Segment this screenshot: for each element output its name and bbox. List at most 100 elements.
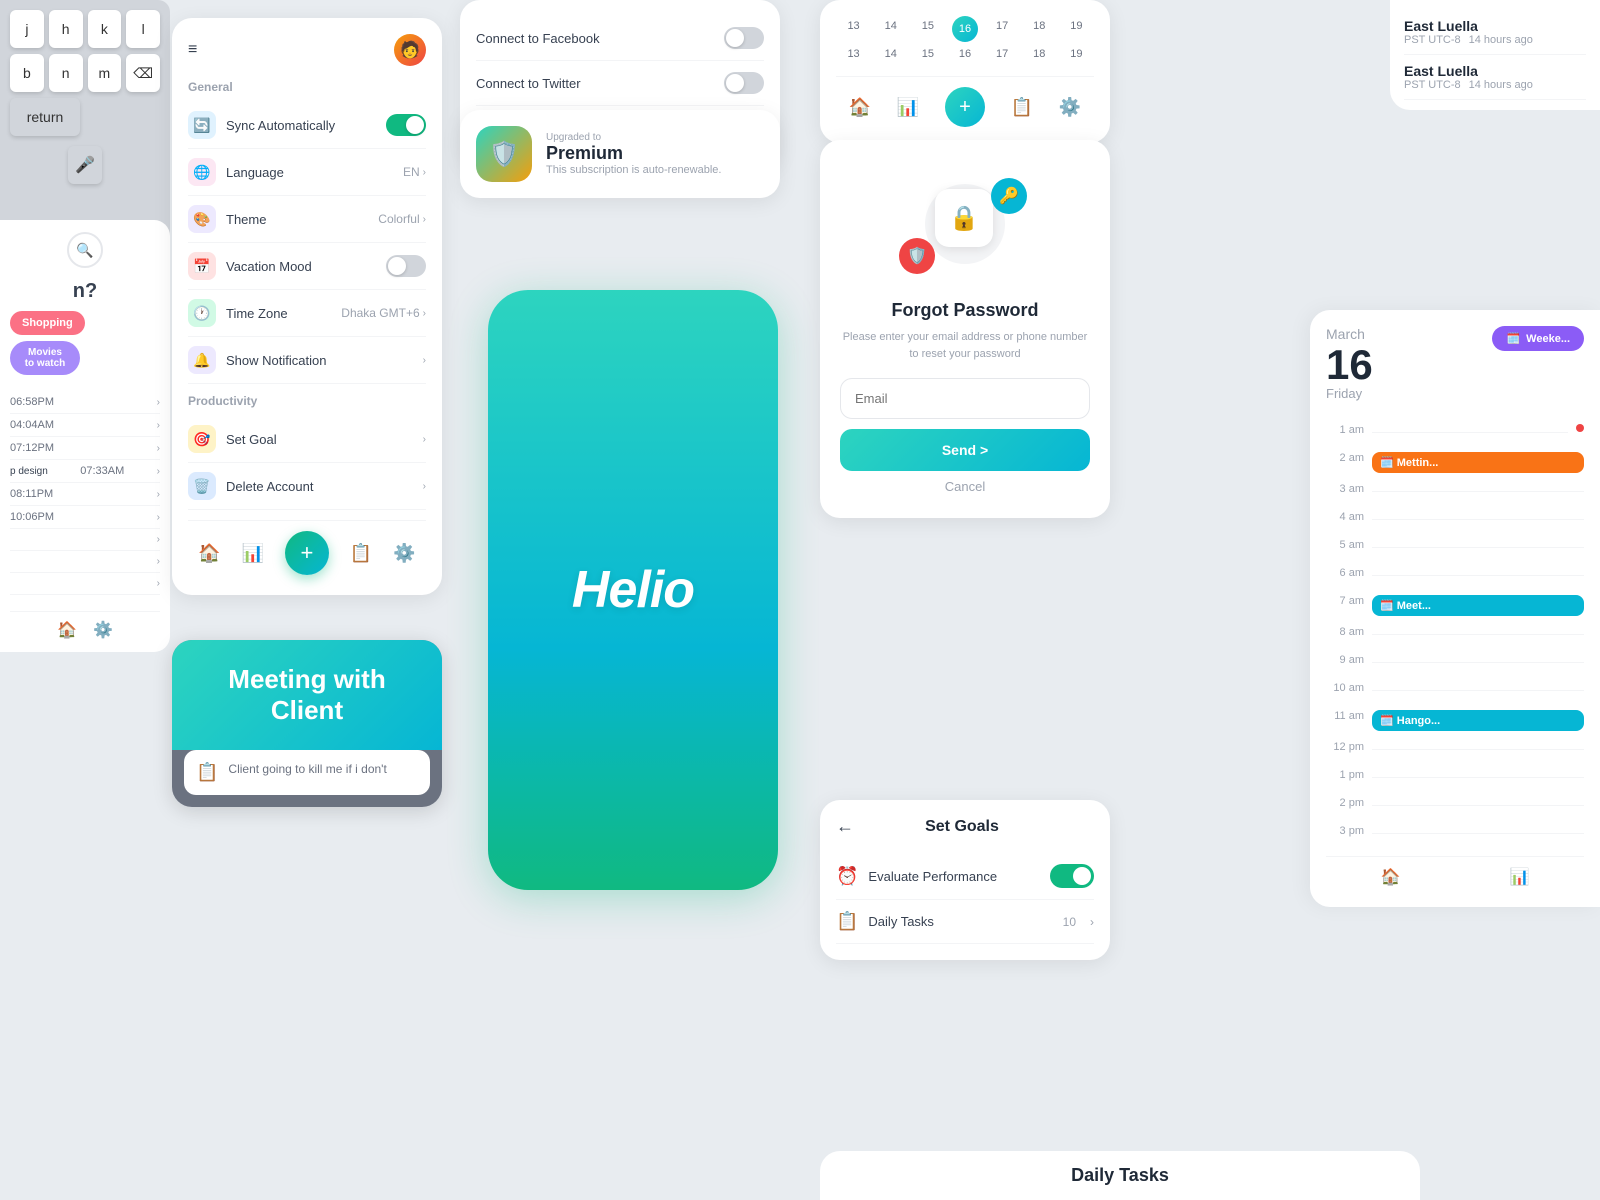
time-item: 10:06PM› bbox=[10, 506, 160, 529]
kb-key-k[interactable]: k bbox=[88, 10, 122, 48]
nav-calendar-icon[interactable]: 📋 bbox=[350, 543, 372, 564]
language-value: EN › bbox=[403, 165, 426, 179]
note-icon: 📋 bbox=[196, 762, 218, 783]
time-row: 3 am bbox=[1326, 478, 1584, 506]
tag-shopping[interactable]: Shopping bbox=[10, 311, 85, 335]
goal-evaluate[interactable]: ⏰ Evaluate Performance bbox=[836, 853, 1094, 900]
premium-info: Upgraded to Premium This subscription is… bbox=[546, 132, 721, 176]
kb-key-l[interactable]: l bbox=[126, 10, 160, 48]
forgot-title: Forgot Password bbox=[840, 300, 1090, 321]
goal-daily-tasks[interactable]: 📋 Daily Tasks 10 › bbox=[836, 900, 1094, 944]
social-twitter[interactable]: Connect to Twitter bbox=[476, 61, 764, 106]
timezone-label: Time Zone bbox=[226, 306, 331, 321]
vacation-icon: 📅 bbox=[188, 252, 216, 280]
kb-key-b[interactable]: b bbox=[10, 54, 44, 92]
tag-movies[interactable]: Movies to watch bbox=[10, 341, 80, 375]
back-button[interactable]: ← bbox=[836, 816, 854, 837]
facebook-toggle[interactable] bbox=[724, 27, 764, 49]
search-icon[interactable]: 🔍 bbox=[67, 232, 103, 268]
cal-plus-button[interactable]: + bbox=[945, 87, 985, 127]
cal-day: 13 bbox=[836, 16, 871, 42]
goals-title: Set Goals bbox=[864, 818, 1060, 836]
twitter-toggle[interactable] bbox=[724, 72, 764, 94]
evaluate-label: Evaluate Performance bbox=[868, 869, 1040, 884]
evaluate-toggle[interactable] bbox=[1050, 864, 1094, 888]
notify-label: Show Notification bbox=[226, 353, 413, 368]
settings-item-timezone[interactable]: 🕐 Time Zone Dhaka GMT+6 › bbox=[188, 290, 426, 337]
twitter-label: Connect to Twitter bbox=[476, 76, 714, 91]
delete-label: Delete Account bbox=[226, 479, 413, 494]
premium-title: Premium bbox=[546, 143, 721, 164]
kb-key-n[interactable]: n bbox=[49, 54, 83, 92]
settings-header: ≡ 🧑 bbox=[188, 34, 426, 66]
delete-chevron: › bbox=[423, 481, 426, 492]
settings-item-language[interactable]: 🌐 Language EN › bbox=[188, 149, 426, 196]
hamburger-icon[interactable]: ≡ bbox=[188, 41, 197, 59]
east-sub-1: PST UTC-8 14 hours ago bbox=[1404, 34, 1586, 46]
settings-item-delete[interactable]: 🗑️ Delete Account › bbox=[188, 463, 426, 510]
sched-home-icon[interactable]: 🏠 bbox=[1381, 867, 1401, 887]
key-icon: 🔑 bbox=[991, 178, 1027, 214]
sync-toggle[interactable] bbox=[386, 114, 426, 136]
east-sub-2: PST UTC-8 14 hours ago bbox=[1404, 79, 1586, 91]
schedule-bottom-nav: 🏠 📊 bbox=[1326, 856, 1584, 891]
cancel-text[interactable]: Cancel bbox=[840, 479, 1090, 494]
email-input[interactable] bbox=[840, 378, 1090, 419]
nav-home-icon[interactable]: 🏠 bbox=[198, 543, 220, 564]
cal-day: 15 bbox=[910, 44, 945, 64]
cal-day: 18 bbox=[1022, 16, 1057, 42]
settings-item-goal[interactable]: 🎯 Set Goal › bbox=[188, 416, 426, 463]
bottom-icon-settings[interactable]: ⚙️ bbox=[93, 620, 113, 640]
nav-settings-icon[interactable]: ⚙️ bbox=[393, 543, 415, 564]
cal-day-today[interactable]: 16 bbox=[952, 16, 978, 42]
bottom-icon-home[interactable]: 🏠 bbox=[57, 620, 77, 640]
sched-chart-icon[interactable]: 📊 bbox=[1510, 867, 1530, 887]
send-button[interactable]: Send > bbox=[840, 429, 1090, 471]
event-hang[interactable]: 🗓️ Hango... bbox=[1372, 710, 1584, 731]
kb-key-j[interactable]: j bbox=[10, 10, 44, 48]
left-panel: 🔍 n? Shopping Movies to watch 06:58PM› 0… bbox=[0, 220, 170, 652]
event-meet[interactable]: 🗓️ Meet... bbox=[1372, 595, 1584, 616]
avatar[interactable]: 🧑 bbox=[394, 34, 426, 66]
cal-settings-icon[interactable]: ⚙️ bbox=[1059, 97, 1081, 118]
vacation-toggle[interactable] bbox=[386, 255, 426, 277]
kb-key-m[interactable]: m bbox=[88, 54, 122, 92]
time-item: › bbox=[10, 551, 160, 573]
sync-icon: 🔄 bbox=[188, 111, 216, 139]
settings-item-notify[interactable]: 🔔 Show Notification › bbox=[188, 337, 426, 384]
time-row: 9 am bbox=[1326, 649, 1584, 677]
timezone-value: Dhaka GMT+6 › bbox=[341, 306, 426, 320]
kb-key-return[interactable]: return bbox=[10, 98, 80, 136]
settings-item-sync[interactable]: 🔄 Sync Automatically bbox=[188, 102, 426, 149]
nav-chart-icon[interactable]: 📊 bbox=[242, 543, 264, 564]
time-item: p design07:33AM› bbox=[10, 460, 160, 483]
settings-panel: ≡ 🧑 General 🔄 Sync Automatically 🌐 Langu… bbox=[172, 18, 442, 595]
vacation-label: Vacation Mood bbox=[226, 259, 376, 274]
time-row: 12 pm bbox=[1326, 736, 1584, 764]
time-item: › bbox=[10, 573, 160, 595]
cal-calendar-icon[interactable]: 📋 bbox=[1011, 97, 1033, 118]
kb-key-h[interactable]: h bbox=[49, 10, 83, 48]
calendar-bottom-icons: 🏠 📊 + 📋 ⚙️ bbox=[836, 76, 1094, 127]
cal-day: 13 bbox=[836, 44, 871, 64]
daily-tasks-bar: Daily Tasks bbox=[820, 1151, 1420, 1200]
meeting-card: Meeting with Client 📋 Client going to ki… bbox=[172, 640, 442, 807]
cal-chart-icon[interactable]: 📊 bbox=[897, 97, 919, 118]
settings-item-theme[interactable]: 🎨 Theme Colorful › bbox=[188, 196, 426, 243]
calendar-panel: 13 14 15 16 17 18 19 13 14 15 16 17 18 1… bbox=[820, 0, 1110, 143]
social-facebook[interactable]: Connect to Facebook bbox=[476, 16, 764, 61]
kb-key-mic[interactable]: 🎤 bbox=[68, 146, 102, 184]
premium-icon: 🛡️ bbox=[476, 126, 532, 182]
lock-icon: 🔒 bbox=[935, 189, 993, 247]
kb-key-backspace[interactable]: ⌫ bbox=[126, 54, 160, 92]
weekend-badge: 🗓️ Weeke... bbox=[1492, 326, 1584, 351]
helio-logo: Helio bbox=[572, 560, 694, 620]
cal-home-icon[interactable]: 🏠 bbox=[849, 97, 871, 118]
nav-plus-button[interactable]: + bbox=[285, 531, 329, 575]
time-row: 1 am bbox=[1326, 419, 1584, 447]
east-name-2: East Luella bbox=[1404, 63, 1586, 79]
event-meeting[interactable]: 🗓️ Mettin... bbox=[1372, 452, 1584, 473]
settings-item-vacation[interactable]: 📅 Vacation Mood bbox=[188, 243, 426, 290]
time-item: 04:04AM› bbox=[10, 414, 160, 437]
lock-illustration: 🔒 🔑 🛡️ bbox=[895, 164, 1035, 284]
